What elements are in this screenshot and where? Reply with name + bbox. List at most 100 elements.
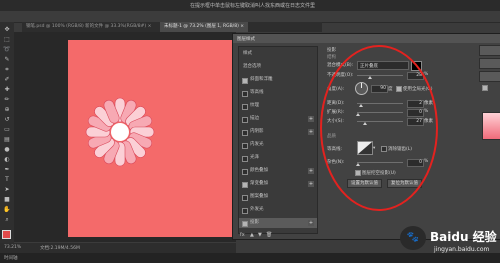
style-list: 样式混合选项斜面和浮雕等高线纹理描边 + 内阴影 + 内发光光泽颜色叠加 + 渐变叠加 + 图案… <box>238 46 318 234</box>
tab-label: 钢笔.psd @ 100% (RGB/8) 新的文件 @ 33.3%(RGB/8… <box>26 24 152 29</box>
style-list-item[interactable]: 内发光 <box>239 140 317 150</box>
dialog-title-bar[interactable]: 图层样式 <box>233 34 500 43</box>
zoom-tool-icon[interactable]: ⌕ <box>3 216 11 224</box>
baidu-paw-logo-icon: 🐾 <box>400 226 426 250</box>
arrow-down-icon[interactable]: ▼ <box>258 232 262 238</box>
dialog-title: 图层样式 <box>237 36 255 42</box>
blur-tool-icon[interactable]: ● <box>3 146 11 154</box>
clone-tool-icon[interactable]: ⊕ <box>3 106 11 114</box>
style-label: 渐变叠加 <box>250 181 268 186</box>
annotation-ellipse <box>320 45 438 211</box>
pen-tool-icon[interactable]: ✒ <box>3 166 11 174</box>
style-label: 内发光 <box>250 142 264 147</box>
style-list-item[interactable]: 颜色叠加 + <box>239 166 317 176</box>
hand-tool-icon[interactable]: ✋ <box>3 206 11 214</box>
foreground-color-swatch[interactable] <box>2 230 11 239</box>
style-label: 样式 <box>243 51 252 56</box>
flower-shape <box>85 97 155 167</box>
style-checkbox[interactable] <box>242 182 248 188</box>
path-select-tool-icon[interactable]: ➤ <box>3 186 11 194</box>
style-checkbox[interactable] <box>242 143 248 149</box>
new-style-button[interactable] <box>479 71 500 82</box>
style-label: 光泽 <box>250 155 259 160</box>
style-checkbox[interactable] <box>242 91 248 97</box>
add-effect-icon[interactable]: + <box>308 220 314 226</box>
tab-pen-psd[interactable]: 钢笔.psd @ 100% (RGB/8) 新的文件 @ 33.3%(RGB/8… <box>22 22 155 32</box>
type-tool-icon[interactable]: T <box>3 176 11 184</box>
shape-tool-icon[interactable]: ■ <box>3 196 11 204</box>
status-bar: 73.21% 文档:2.19M/4.56M <box>0 243 236 253</box>
doc-size-readout: 文档:2.19M/4.56M <box>40 246 80 251</box>
tools-panel: ✥ ⬚ ➰ ✎ ⌗ ✐ ✚ ✏ ⊕ ↺ ▭ ▤ ● ◐ ✒ T ➤ ■ ✋ ⌕ <box>0 22 14 253</box>
document-canvas[interactable] <box>68 40 236 237</box>
title-bar: 在提示框中单击鼠标左键取消叫人找东西或在日志文件里 <box>0 0 500 11</box>
eyedropper-tool-icon[interactable]: ✐ <box>3 76 11 84</box>
style-label: 内阴影 <box>250 129 264 134</box>
style-label: 投影 <box>250 220 259 225</box>
preview-checkbox[interactable] <box>482 85 488 91</box>
style-list-item[interactable]: 样式 <box>239 49 317 59</box>
trash-icon[interactable]: 🗑 <box>266 232 272 238</box>
style-list-item[interactable]: 纹理 <box>239 101 317 111</box>
watermark-url: jingyan.baidu.com <box>434 246 490 253</box>
watermark-text: Baidu 经验 <box>430 230 497 244</box>
style-list-item[interactable]: 投影 + <box>239 218 317 228</box>
add-effect-icon[interactable]: + <box>308 168 314 174</box>
fx-icon[interactable]: fx <box>240 232 245 238</box>
style-checkbox[interactable] <box>242 221 248 227</box>
history-tool-icon[interactable]: ↺ <box>3 116 11 124</box>
style-checkbox[interactable] <box>242 104 248 110</box>
style-list-item[interactable]: 描边 + <box>239 114 317 124</box>
gradient-tool-icon[interactable]: ▤ <box>3 136 11 144</box>
add-effect-icon[interactable]: + <box>308 181 314 187</box>
structure-heading: 结构 <box>327 55 336 60</box>
style-list-item[interactable]: 渐变叠加 + <box>239 179 317 189</box>
cancel-button[interactable] <box>479 58 500 69</box>
style-checkbox[interactable] <box>242 78 248 84</box>
zoom-readout: 73.21% <box>4 245 22 250</box>
style-list-footer: fx ▲ ▼ 🗑 <box>238 232 316 238</box>
tab-label: 未标题-1 @ 73.2% (图层 1, RGB/8) × <box>164 24 245 29</box>
tab-untitled-1[interactable]: 未标题-1 @ 73.2% (图层 1, RGB/8) × <box>160 22 249 32</box>
arrow-up-icon[interactable]: ▲ <box>250 232 254 238</box>
style-label: 外发光 <box>250 207 264 212</box>
timeline-panel: 时间轴 <box>0 253 500 263</box>
crop-tool-icon[interactable]: ⌗ <box>3 66 11 74</box>
style-list-item[interactable]: 内阴影 + <box>239 127 317 137</box>
window-title: 在提示框中单击鼠标左键取消叫人找东西或在日志文件里 <box>190 3 316 9</box>
brush-tool-icon[interactable]: ✏ <box>3 96 11 104</box>
style-label: 混合选项 <box>243 64 261 69</box>
style-label: 图案叠加 <box>250 194 268 199</box>
style-list-item[interactable]: 混合选项 <box>239 62 317 72</box>
style-list-item[interactable]: 等高线 <box>239 88 317 98</box>
style-checkbox[interactable] <box>242 117 248 123</box>
style-checkbox[interactable] <box>242 130 248 136</box>
style-checkbox[interactable] <box>242 156 248 162</box>
style-list-item[interactable]: 外发光 <box>239 205 317 215</box>
lasso-tool-icon[interactable]: ➰ <box>3 46 11 54</box>
style-checkbox[interactable] <box>242 169 248 175</box>
style-label: 斜面和浮雕 <box>250 77 273 82</box>
dialog-action-buttons <box>479 45 500 165</box>
style-list-item[interactable]: 斜面和浮雕 <box>239 75 317 85</box>
style-label: 颜色叠加 <box>250 168 268 173</box>
heal-tool-icon[interactable]: ✚ <box>3 86 11 94</box>
document-tabs: 钢笔.psd @ 100% (RGB/8) 新的文件 @ 33.3%(RGB/8… <box>22 22 322 32</box>
marquee-tool-icon[interactable]: ⬚ <box>3 36 11 44</box>
style-list-item[interactable]: 图案叠加 <box>239 192 317 202</box>
style-preview-thumbnail <box>482 112 500 140</box>
move-tool-icon[interactable]: ✥ <box>3 26 11 34</box>
dodge-tool-icon[interactable]: ◐ <box>3 156 11 164</box>
timeline-label: 时间轴 <box>4 256 18 261</box>
quick-select-tool-icon[interactable]: ✎ <box>3 56 11 64</box>
style-checkbox[interactable] <box>242 208 248 214</box>
style-label: 描边 <box>250 116 259 121</box>
section-title: 投影 <box>327 48 336 53</box>
eraser-tool-icon[interactable]: ▭ <box>3 126 11 134</box>
flower-center <box>111 123 129 141</box>
add-effect-icon[interactable]: + <box>308 129 314 135</box>
style-checkbox[interactable] <box>242 195 248 201</box>
add-effect-icon[interactable]: + <box>308 116 314 122</box>
style-list-item[interactable]: 光泽 <box>239 153 317 163</box>
ok-button[interactable] <box>479 45 500 56</box>
